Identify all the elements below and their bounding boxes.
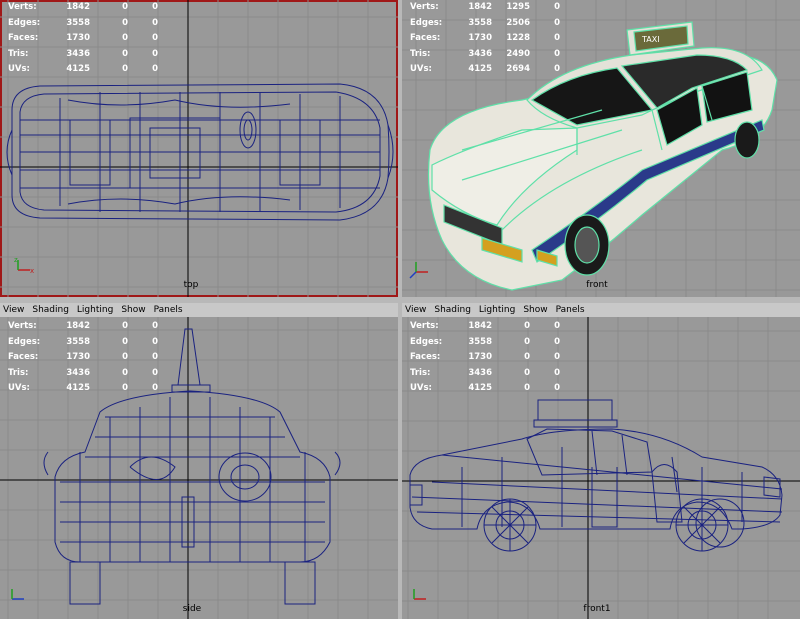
menu-panels[interactable]: Panels xyxy=(556,305,585,315)
panel-menubar-side: View Shading Lighting Show Panels xyxy=(0,303,398,317)
axis-indicator-front1 xyxy=(413,589,426,600)
axis-indicator-top: x z xyxy=(14,256,34,275)
viewport-top[interactable]: x z Verts: 1842 0 0 Edges: 3558 0 0 Faces: 1730… xyxy=(0,0,398,297)
menu-show[interactable]: Show xyxy=(523,305,547,315)
menu-show[interactable]: Show xyxy=(121,305,145,315)
viewport-label-side: side xyxy=(182,604,202,614)
viewport-side[interactable]: View Shading Lighting Show Panels Verts:… xyxy=(0,303,398,619)
car-wireframe-side-profile xyxy=(409,399,783,552)
menu-shading[interactable]: Shading xyxy=(32,305,69,315)
menu-view[interactable]: View xyxy=(3,305,24,315)
menu-lighting[interactable]: Lighting xyxy=(77,305,113,315)
axis-indicator-front xyxy=(409,262,428,279)
viewport-label-top: top xyxy=(183,280,199,290)
stats-hud-side: Verts: 1842 0 0 Edges: 3558 0 0 Faces: 1730 0 0 T… xyxy=(8,321,158,393)
taxi-sign-text: TAXI xyxy=(641,35,660,44)
viewport-label-front1: front1 xyxy=(583,604,611,614)
menu-shading[interactable]: Shading xyxy=(434,305,471,315)
svg-text:z: z xyxy=(14,256,18,264)
svg-text:x: x xyxy=(30,267,34,275)
menu-lighting[interactable]: Lighting xyxy=(479,305,515,315)
stats-hud-front: Verts: 1842 1295 0 Edges: 3558 2506 0 Faces: 17… xyxy=(410,2,560,74)
axis-indicator-side xyxy=(11,589,24,600)
viewport-label-front: front xyxy=(586,280,608,290)
stats-hud-front1: Verts: 1842 0 0 Edges: 3558 0 0 Faces: 1730 0 0 T… xyxy=(410,321,560,393)
stats-hud-top: Verts: 1842 0 0 Edges: 3558 0 0 Faces: 1730 0 0 T… xyxy=(8,2,158,74)
car-wireframe-top xyxy=(6,83,394,221)
panel-menubar-front1: View Shading Lighting Show Panels xyxy=(402,303,800,317)
viewport-front1[interactable]: View Shading Lighting Show Panels Verts:… xyxy=(402,303,800,619)
viewport-front[interactable]: TAXI Verts: 1842 1295 0 Edges: 3558 2506 0 Fac… xyxy=(402,0,800,297)
menu-panels[interactable]: Panels xyxy=(154,305,183,315)
menu-view[interactable]: View xyxy=(405,305,426,315)
